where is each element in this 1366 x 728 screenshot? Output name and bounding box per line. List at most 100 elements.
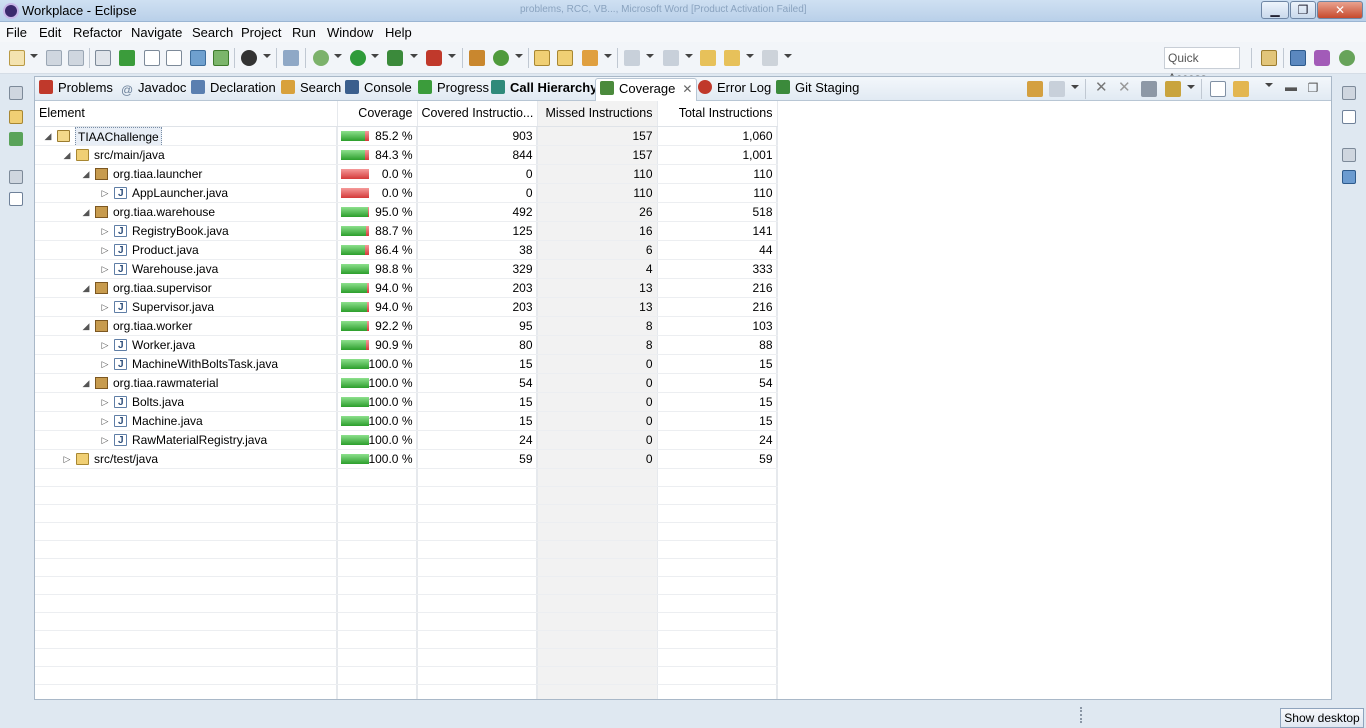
table-row[interactable]: ◢ org.tiaa.worker 92.2 % 95 8 103 [35, 316, 778, 336]
expand-twistie-icon[interactable]: ▷ [62, 450, 72, 468]
restore-icon[interactable] [9, 86, 23, 100]
select-session-icon[interactable] [1049, 81, 1065, 97]
menu-run[interactable]: Run [292, 25, 316, 40]
tab-problems[interactable]: Problems [39, 80, 113, 100]
previous-annotation-icon[interactable] [663, 50, 679, 66]
search-tool-icon[interactable] [582, 50, 598, 66]
table-row[interactable]: ▷ RawMaterialRegistry.java 100.0 % 24024 [35, 430, 778, 450]
collapse-all-icon[interactable] [1210, 81, 1226, 97]
package-explorer-icon[interactable] [9, 110, 23, 124]
table-row[interactable]: ▷Worker.java90.9 %80888 [35, 335, 778, 355]
merge-sessions-icon[interactable] [1141, 81, 1157, 97]
java-perspective-icon[interactable] [1290, 50, 1306, 66]
coverage-run-icon[interactable] [387, 50, 403, 66]
quick-access-input[interactable]: Quick Access [1164, 47, 1240, 85]
forward-dropdown-icon[interactable] [784, 54, 792, 58]
open-task-icon[interactable] [213, 50, 229, 66]
run-icon[interactable] [350, 50, 366, 66]
column-total-instructions[interactable]: Total Instructions [657, 101, 778, 127]
back-icon[interactable] [724, 50, 740, 66]
open-perspective-icon[interactable] [1261, 50, 1277, 66]
table-row[interactable]: ◢ org.tiaa.supervisor 94.0 % 203 13 216 [35, 278, 778, 298]
table-row[interactable]: ▷ Supervisor.java 94.0 % 20313216 [35, 297, 778, 317]
skip-breakpoints-icon[interactable] [283, 50, 299, 66]
restore-right-icon[interactable] [1342, 86, 1356, 100]
next-annotation-icon[interactable] [624, 50, 640, 66]
status-grip[interactable] [1080, 707, 1084, 723]
show-whitespace-icon[interactable] [166, 50, 182, 66]
menu-project[interactable]: Project [241, 25, 281, 40]
column-element[interactable]: Element [35, 101, 338, 127]
run-dropdown-icon[interactable] [371, 54, 379, 58]
table-row[interactable]: ◢ org.tiaa.launcher 0.0 % 0 110 110 [35, 164, 778, 184]
expand-twistie-icon[interactable]: ▷ [100, 260, 110, 278]
table-row[interactable]: ◢ TIAAChallenge 85.2 % 903 157 1,060 [35, 126, 778, 146]
collapse-twistie-icon[interactable]: ◢ [62, 146, 72, 164]
next-annotation-dropdown-icon[interactable] [646, 54, 654, 58]
coverage-dropdown-icon[interactable] [410, 54, 418, 58]
tab-console[interactable]: Console [345, 80, 412, 100]
external-tools-icon[interactable] [426, 50, 442, 66]
tab-git-staging[interactable]: Git Staging [776, 80, 859, 100]
save-all-icon[interactable] [68, 50, 84, 66]
table-row[interactable]: ▷ Bolts.java 100.0 % 15015 [35, 392, 778, 412]
debug-perspective-icon[interactable] [1339, 50, 1355, 66]
open-folder-icon[interactable] [534, 50, 550, 66]
collapse-twistie-icon[interactable]: ◢ [81, 165, 91, 183]
table-row[interactable]: ◢ org.tiaa.warehouse 95.0 % 492 26 518 [35, 202, 778, 222]
toggle-ant-mark-icon[interactable] [95, 50, 111, 66]
expand-twistie-icon[interactable]: ▷ [100, 184, 110, 202]
expand-twistie-icon[interactable]: ▷ [100, 431, 110, 449]
new-java-project-icon[interactable] [469, 50, 485, 66]
open-resource-icon[interactable] [557, 50, 573, 66]
close-tab-icon[interactable]: ✕ [682, 82, 692, 96]
expand-twistie-icon[interactable]: ▷ [100, 298, 110, 316]
table-row[interactable]: ▷ MachineWithBoltsTask.java 100.0 % 15015 [35, 354, 778, 374]
last-edit-location-icon[interactable] [700, 50, 716, 66]
table-row[interactable]: ◢ src/main/java 84.3 % 844 157 1,001 [35, 145, 778, 165]
open-type-icon[interactable] [190, 50, 206, 66]
new-class-icon[interactable] [493, 50, 509, 66]
dump-dropdown-icon[interactable] [1187, 85, 1195, 89]
expand-twistie-icon[interactable]: ▷ [100, 355, 110, 373]
column-coverage[interactable]: Coverage [337, 101, 418, 127]
tab-progress[interactable]: Progress [418, 80, 489, 100]
menu-help[interactable]: Help [385, 25, 412, 40]
remove-all-sessions-icon[interactable]: ✕ [1118, 80, 1134, 97]
expand-twistie-icon[interactable]: ▷ [100, 336, 110, 354]
maximize-view-icon[interactable]: ❐ [1305, 81, 1321, 97]
expand-twistie-icon[interactable]: ▷ [100, 241, 110, 259]
toggle-mark-occurrences-icon[interactable] [144, 50, 160, 66]
toggle-breadcrumb-icon[interactable] [119, 50, 135, 66]
tab-error-log[interactable]: Error Log [698, 80, 771, 100]
type-hierarchy-icon[interactable] [9, 132, 23, 146]
menu-window[interactable]: Window [327, 25, 373, 40]
profile-dropdown-icon[interactable] [263, 54, 271, 58]
table-row[interactable]: ▷ Product.java 86.4 % 38644 [35, 240, 778, 260]
expand-twistie-icon[interactable]: ▷ [100, 222, 110, 240]
save-icon[interactable] [46, 50, 62, 66]
table-row[interactable]: ▷AppLauncher.java0.0 %0110110 [35, 183, 778, 203]
menu-search[interactable]: Search [192, 25, 233, 40]
new-class-dropdown-icon[interactable] [515, 54, 523, 58]
collapse-twistie-icon[interactable]: ◢ [81, 279, 91, 297]
collapse-twistie-icon[interactable]: ◢ [81, 374, 91, 392]
debug-dropdown-icon[interactable] [334, 54, 342, 58]
tab-declaration[interactable]: Declaration [191, 80, 276, 100]
search-dropdown-icon[interactable] [604, 54, 612, 58]
tab-coverage[interactable]: Coverage ✕ [595, 78, 698, 101]
tab-javadoc[interactable]: @ Javadoc [121, 80, 186, 100]
view-menu-icon[interactable] [1265, 83, 1273, 87]
expand-twistie-icon[interactable]: ▷ [100, 393, 110, 411]
collapse-twistie-icon[interactable]: ◢ [81, 203, 91, 221]
table-row[interactable]: ▷ Machine.java 100.0 % 15015 [35, 411, 778, 431]
table-row[interactable]: ◢ org.tiaa.rawmaterial 100.0 % 54 0 54 [35, 373, 778, 393]
tab-search[interactable]: Search [281, 80, 341, 100]
back-dropdown-icon[interactable] [746, 54, 754, 58]
new-icon[interactable] [9, 50, 25, 66]
table-row[interactable]: ▷ src/test/java 100.0 % 59 0 59 [35, 449, 778, 469]
table-row[interactable]: ▷ RegistryBook.java 88.7 % 12516141 [35, 221, 778, 241]
new-dropdown-icon[interactable] [30, 54, 38, 58]
restore-right-icon-2[interactable] [1342, 148, 1356, 162]
column-covered-instructions[interactable]: Covered Instructio... [417, 101, 538, 127]
